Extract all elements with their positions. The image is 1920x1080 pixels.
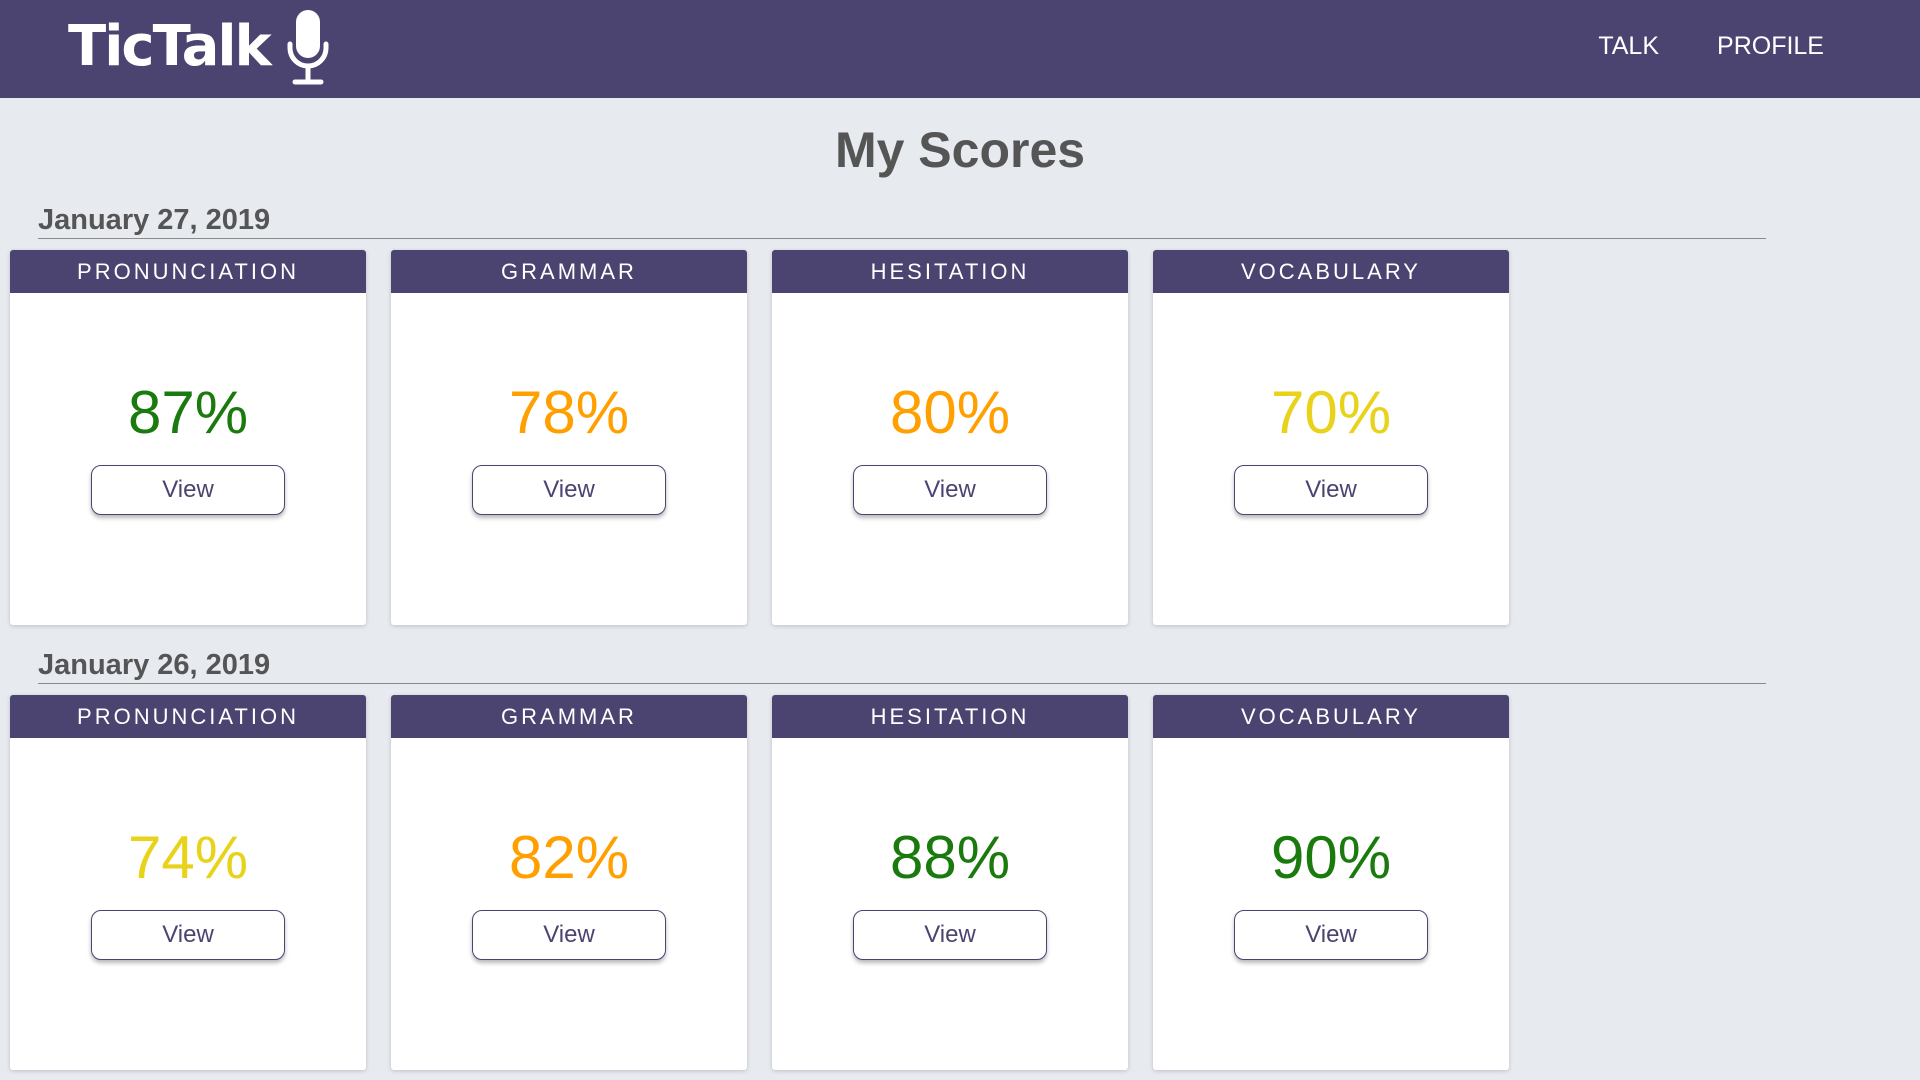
score-value: 88% <box>889 824 1011 891</box>
score-value: 80% <box>889 379 1011 446</box>
session-divider <box>38 683 1766 684</box>
session-date: January 27, 2019 <box>38 204 271 236</box>
view-button[interactable]: View <box>853 910 1047 960</box>
card-category-label: HESITATION <box>772 250 1128 293</box>
view-button[interactable]: View <box>472 465 666 515</box>
session-date: January 26, 2019 <box>38 649 271 681</box>
card-category-label: GRAMMAR <box>391 695 747 738</box>
view-button[interactable]: View <box>472 910 666 960</box>
app-logo[interactable]: TicTalk <box>68 6 330 88</box>
score-card-grammar: GRAMMAR 82% View <box>391 695 747 1070</box>
score-card-hesitation: HESITATION 88% View <box>772 695 1128 1070</box>
view-button[interactable]: View <box>91 465 285 515</box>
card-category-label: PRONUNCIATION <box>10 250 366 293</box>
logo-text: TicTalk <box>68 14 272 79</box>
score-value: 70% <box>1270 379 1392 446</box>
top-nav-bar: TicTalk TALK PROFILE <box>0 0 1920 98</box>
card-category-label: PRONUNCIATION <box>10 695 366 738</box>
nav-profile-link[interactable]: PROFILE <box>1717 28 1824 64</box>
microphone-icon <box>287 10 329 85</box>
card-category-label: VOCABULARY <box>1153 250 1509 293</box>
session-divider <box>38 238 1766 239</box>
card-category-label: HESITATION <box>772 695 1128 738</box>
score-value: 87% <box>127 379 249 446</box>
page-title: My Scores <box>834 122 1086 178</box>
score-value: 78% <box>508 379 630 446</box>
card-category-label: VOCABULARY <box>1153 695 1509 738</box>
card-category-label: GRAMMAR <box>391 250 747 293</box>
view-button[interactable]: View <box>91 910 285 960</box>
score-value: 74% <box>127 824 249 891</box>
score-card-hesitation: HESITATION 80% View <box>772 250 1128 625</box>
score-card-grammar: GRAMMAR 78% View <box>391 250 747 625</box>
view-button[interactable]: View <box>1234 910 1428 960</box>
score-value: 90% <box>1270 824 1392 891</box>
score-card-vocabulary: VOCABULARY 70% View <box>1153 250 1509 625</box>
score-value: 82% <box>508 824 630 891</box>
score-card-vocabulary: VOCABULARY 90% View <box>1153 695 1509 1070</box>
view-button[interactable]: View <box>1234 465 1428 515</box>
view-button[interactable]: View <box>853 465 1047 515</box>
main-nav: TALK PROFILE <box>1598 28 1824 64</box>
score-card-pronunciation: PRONUNCIATION 74% View <box>10 695 366 1070</box>
score-cards: PRONUNCIATION 87% View GRAMMAR 78% View … <box>10 250 1509 625</box>
nav-talk-link[interactable]: TALK <box>1598 28 1659 64</box>
score-card-pronunciation: PRONUNCIATION 87% View <box>10 250 366 625</box>
score-cards: PRONUNCIATION 74% View GRAMMAR 82% View … <box>10 695 1509 1070</box>
